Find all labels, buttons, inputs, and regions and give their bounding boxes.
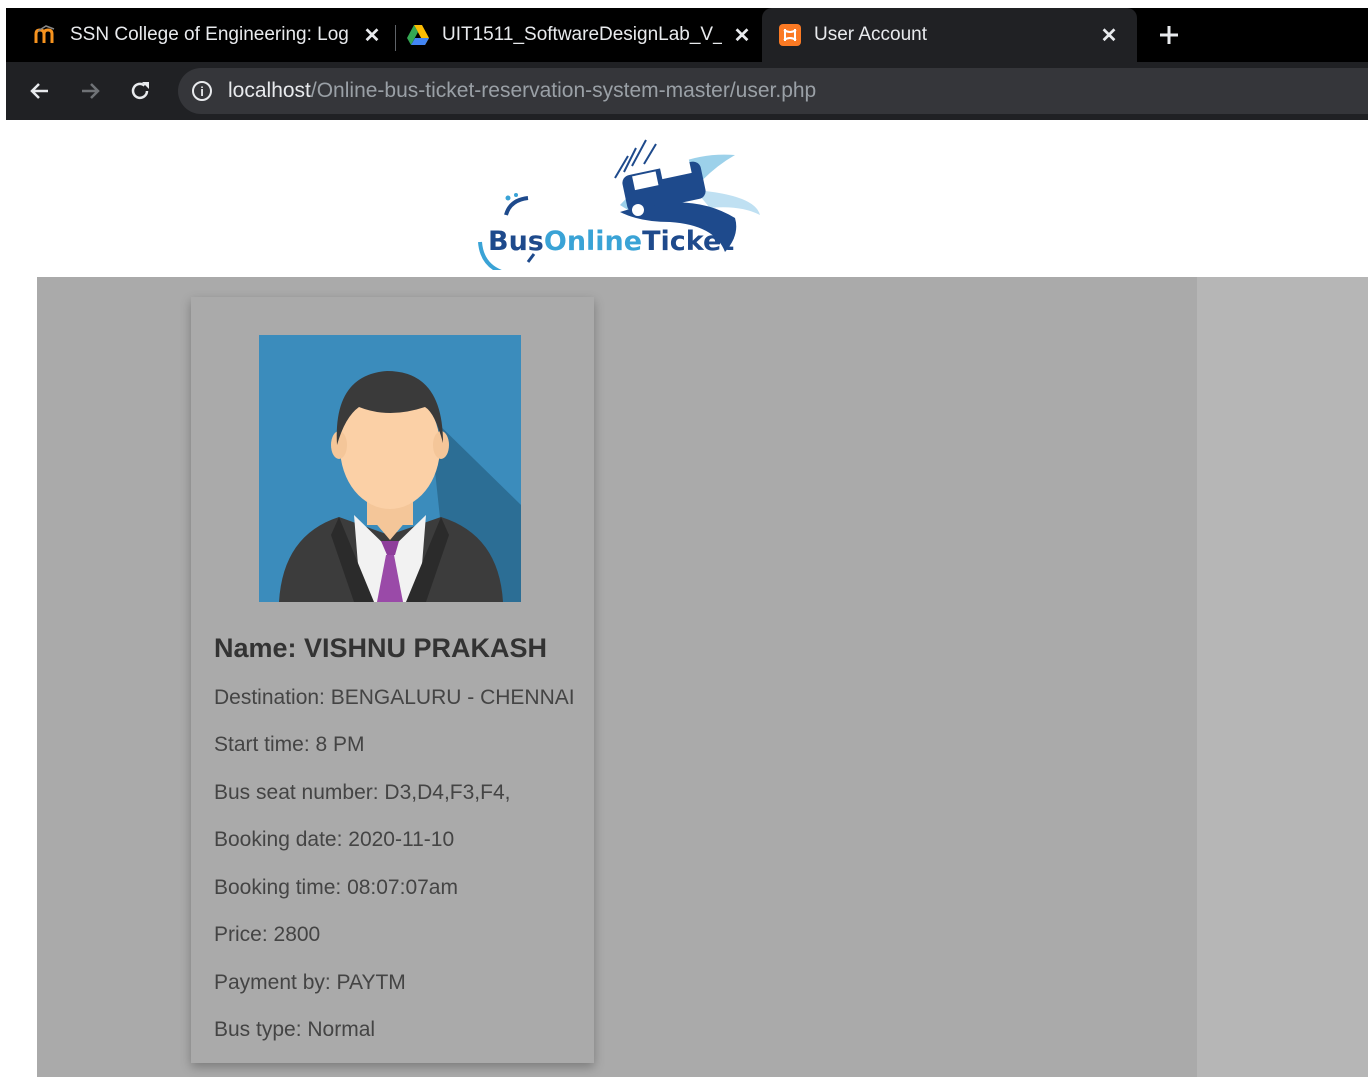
- user-avatar: [259, 335, 521, 602]
- booking-date-text: Booking date: 2020-11-10: [214, 828, 455, 851]
- plus-icon: [1160, 26, 1178, 44]
- seat-number-text: Bus seat number: D3,D4,F3,F4,: [214, 781, 511, 804]
- user-name: Name: VISHNU PRAKASH: [214, 633, 548, 663]
- logo-text-bus: Bus: [488, 226, 544, 257]
- logo-text-ticket: Ticket: [642, 226, 734, 257]
- payment-method-text: Payment by: PAYTM: [214, 971, 406, 994]
- arrow-left-icon: [30, 83, 48, 99]
- arrow-right-icon: [82, 83, 100, 99]
- moodle-icon: [34, 23, 58, 47]
- info-icon[interactable]: i: [192, 81, 212, 101]
- address-bar[interactable]: i localhost/Online-bus-ticket-reservatio…: [178, 68, 1368, 114]
- bus-type-text: Bus type: Normal: [214, 1018, 376, 1041]
- tab-title: UIT1511_SoftwareDesignLab_V_II: [442, 24, 722, 45]
- price-text: Price: 2800: [214, 923, 321, 946]
- url-path: /Online-bus-ticket-reservation-system-ma…: [310, 79, 817, 102]
- start-time-text: Start time: 8 PM: [214, 733, 365, 756]
- new-tab-button[interactable]: [1152, 18, 1186, 52]
- forward-button[interactable]: [73, 74, 107, 108]
- close-icon[interactable]: ✕: [358, 21, 386, 49]
- back-button[interactable]: [23, 74, 57, 108]
- tab-drive[interactable]: UIT1511_SoftwareDesignLab_V_II ✕: [406, 8, 756, 62]
- page-content: BusOnlineTicket Name: VISHNU PRAKASH Des…: [0, 120, 1368, 1077]
- tab-ssn-college[interactable]: SSN College of Engineering: Log ✕: [34, 8, 386, 62]
- browser-toolbar: i localhost/Online-bus-ticket-reservatio…: [6, 62, 1368, 120]
- logo-text-online: Online: [544, 226, 642, 257]
- tab-strip: SSN College of Engineering: Log ✕ UIT151…: [6, 8, 1368, 62]
- tab-title: User Account: [814, 24, 927, 45]
- tab-separator: [395, 25, 396, 51]
- close-icon[interactable]: ✕: [1095, 21, 1123, 49]
- user-profile-card: Name: VISHNU PRAKASH Destination: BENGAL…: [191, 297, 594, 1063]
- xampp-icon: [778, 23, 802, 47]
- reload-icon: [131, 82, 149, 100]
- destination-text: Destination: BENGALURU - CHENNAI: [214, 686, 575, 709]
- bus-online-ticket-logo[interactable]: BusOnlineTicket: [470, 130, 770, 276]
- svg-text:BusOnlineTicket: BusOnlineTicket: [488, 226, 734, 257]
- tab-user-account[interactable]: User Account ✕: [762, 8, 1137, 62]
- url-host: localhost: [228, 79, 311, 102]
- close-icon[interactable]: ✕: [728, 21, 756, 49]
- side-panel: [1197, 277, 1368, 1077]
- google-drive-icon: [406, 23, 430, 47]
- browser-window: SSN College of Engineering: Log ✕ UIT151…: [0, 0, 1368, 1077]
- tab-title: SSN College of Engineering: Log: [70, 24, 349, 45]
- booking-time-text: Booking time: 08:07:07am: [214, 876, 458, 899]
- reload-button[interactable]: [123, 74, 157, 108]
